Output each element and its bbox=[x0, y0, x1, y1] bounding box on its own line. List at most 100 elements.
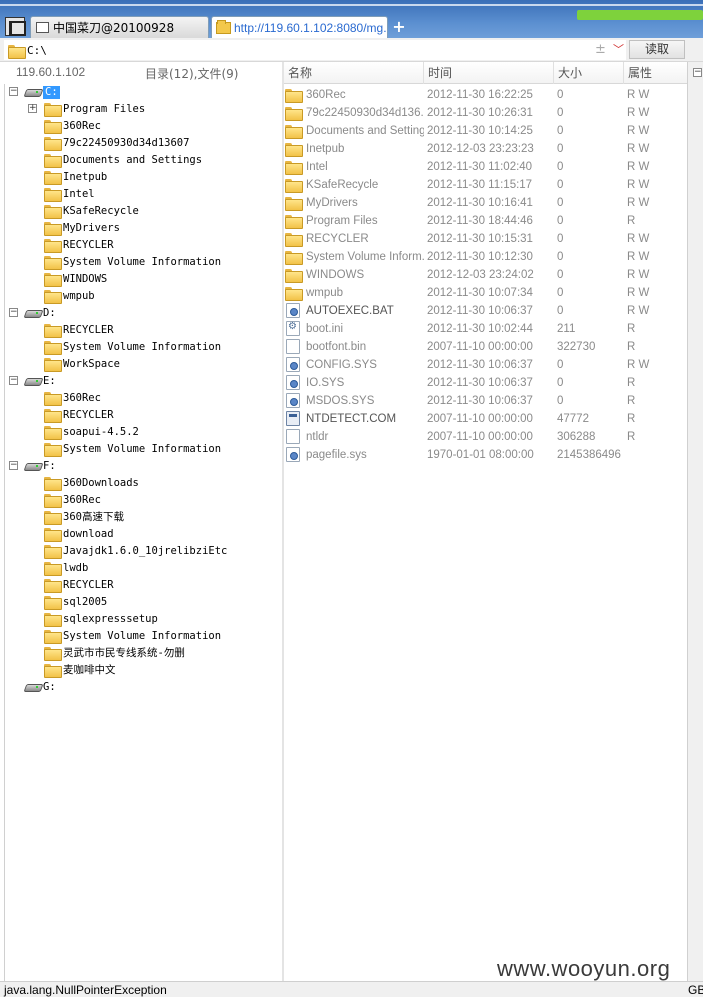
tree-folder[interactable]: System Volume Information bbox=[5, 254, 283, 271]
tree-folder[interactable]: System Volume Information bbox=[5, 339, 283, 356]
file-size: 0 bbox=[557, 161, 564, 173]
new-tab-button[interactable]: + bbox=[392, 16, 406, 38]
drive-icon bbox=[25, 308, 41, 318]
file-size: 0 bbox=[557, 305, 564, 317]
tab-home[interactable]: 中国菜刀@20100928 bbox=[30, 16, 209, 38]
file-row[interactable]: KSafeRecycle 2012-11-30 11:15:17 0 R W bbox=[284, 176, 687, 194]
tree-folder[interactable]: sqlexpresssetup bbox=[5, 611, 283, 628]
tree-folder[interactable]: Inetpub bbox=[5, 169, 283, 186]
expand-icon[interactable]: + bbox=[28, 104, 37, 113]
file-time: 2007-11-10 00:00:00 bbox=[427, 413, 533, 425]
folder-icon bbox=[44, 273, 62, 287]
read-button[interactable]: 读取 bbox=[629, 40, 685, 59]
path-input[interactable] bbox=[27, 42, 587, 58]
tree-label: 360Rec bbox=[63, 120, 101, 132]
collapse-icon[interactable]: − bbox=[9, 461, 18, 470]
collapse-icon[interactable]: − bbox=[9, 376, 18, 385]
folder-icon bbox=[285, 251, 303, 265]
expand-icon[interactable]: − bbox=[693, 68, 702, 77]
tab-label: http://119.60.1.102:8080/mg... bbox=[234, 21, 388, 35]
file-attributes: R W bbox=[627, 197, 650, 209]
folder-icon bbox=[44, 426, 62, 440]
file-row[interactable]: Inetpub 2012-12-03 23:23:23 0 R W bbox=[284, 140, 687, 158]
collapse-icon[interactable]: − bbox=[9, 87, 18, 96]
tree-drive[interactable]: − E: bbox=[5, 373, 283, 390]
file-time: 2012-12-03 23:24:02 bbox=[427, 269, 534, 281]
tree-folder[interactable]: soapui-4.5.2 bbox=[5, 424, 283, 441]
folder-icon bbox=[44, 154, 62, 168]
file-row[interactable]: pagefile.sys 1970-01-01 08:00:00 214538649… bbox=[284, 446, 687, 464]
plus-minus-icon[interactable]: ± bbox=[595, 41, 606, 59]
tree-folder[interactable]: KSafeRecycle bbox=[5, 203, 283, 220]
file-row[interactable]: Documents and Settings 2012-11-30 10:14:2… bbox=[284, 122, 687, 140]
tree-folder[interactable]: 79c22450930d34d13607 bbox=[5, 135, 283, 152]
column-header-attr[interactable]: 属性 bbox=[624, 62, 687, 84]
file-row[interactable]: Intel 2012-11-30 11:02:40 0 R W bbox=[284, 158, 687, 176]
file-row[interactable]: 360Rec 2012-11-30 16:22:25 0 R W bbox=[284, 86, 687, 104]
file-row[interactable]: System Volume Inform... 2012-11-30 10:12:… bbox=[284, 248, 687, 266]
file-row[interactable]: IO.SYS 2012-11-30 10:06:37 0 R bbox=[284, 374, 687, 392]
tree-folder[interactable]: 360Rec bbox=[5, 492, 283, 509]
window-icon[interactable] bbox=[5, 17, 26, 36]
tree-folder[interactable]: RECYCLER bbox=[5, 237, 283, 254]
file-row[interactable]: NTDETECT.COM 2007-11-10 00:00:00 47772 R bbox=[284, 410, 687, 428]
chevron-down-icon[interactable]: ﹀ bbox=[613, 41, 624, 59]
tree-label: Documents and Settings bbox=[63, 154, 203, 166]
file-row[interactable]: Program Files 2012-11-30 18:44:46 0 R bbox=[284, 212, 687, 230]
tree-folder[interactable]: lwdb bbox=[5, 560, 283, 577]
tree-folder[interactable]: download bbox=[5, 526, 283, 543]
tree-drive[interactable]: − F: bbox=[5, 458, 283, 475]
tree-folder[interactable]: 360Rec bbox=[5, 118, 283, 135]
file-row[interactable]: boot.ini 2012-11-30 10:02:44 211 R bbox=[284, 320, 687, 338]
tab-file-manager[interactable]: http://119.60.1.102:8080/mg... bbox=[211, 16, 388, 38]
column-header-name[interactable]: 名称 bbox=[284, 62, 424, 84]
file-time: 2012-11-30 10:06:37 bbox=[427, 305, 533, 317]
tree-drive[interactable]: − C: bbox=[5, 84, 283, 101]
tree-drive[interactable]: G: bbox=[5, 679, 283, 696]
column-header-size[interactable]: 大小 bbox=[554, 62, 624, 84]
folder-icon bbox=[285, 125, 303, 139]
file-name: pagefile.sys bbox=[306, 449, 367, 461]
file-name: MyDrivers bbox=[306, 197, 358, 209]
file-row[interactable]: bootfont.bin 2007-11-10 00:00:00 322730 R bbox=[284, 338, 687, 356]
file-row[interactable]: AUTOEXEC.BAT 2012-11-30 10:06:37 0 R W bbox=[284, 302, 687, 320]
file-row[interactable]: MyDrivers 2012-11-30 10:16:41 0 R W bbox=[284, 194, 687, 212]
file-row[interactable]: 79c22450930d34d136... 2012-11-30 10:26:31… bbox=[284, 104, 687, 122]
tree-folder[interactable]: 灵武市市民专线系统-勿删 bbox=[5, 645, 283, 662]
tree-folder[interactable]: Javajdk1.6.0_10jrelibziEtc bbox=[5, 543, 283, 560]
file-row[interactable]: CONFIG.SYS 2012-11-30 10:06:37 0 R W bbox=[284, 356, 687, 374]
tree-folder[interactable]: sql2005 bbox=[5, 594, 283, 611]
tree-folder[interactable]: RECYCLER bbox=[5, 322, 283, 339]
file-row[interactable]: RECYCLER 2012-11-30 10:15:31 0 R W bbox=[284, 230, 687, 248]
tree-drive[interactable]: − D: bbox=[5, 305, 283, 322]
file-attributes: R bbox=[627, 215, 636, 227]
tree-folder[interactable]: Intel bbox=[5, 186, 283, 203]
file-attributes: R bbox=[627, 341, 636, 353]
tab-bar: 中国菜刀@20100928 http://119.60.1.102:8080/m… bbox=[0, 16, 703, 38]
tree-folder[interactable]: MyDrivers bbox=[5, 220, 283, 237]
file-name: RECYCLER bbox=[306, 233, 369, 245]
file-row[interactable]: ntldr 2007-11-10 00:00:00 306288 R bbox=[284, 428, 687, 446]
tree-folder[interactable]: Documents and Settings bbox=[5, 152, 283, 169]
tree-folder[interactable]: RECYCLER bbox=[5, 407, 283, 424]
tree-folder[interactable]: RECYCLER bbox=[5, 577, 283, 594]
tree-folder[interactable]: 麦咖啡中文 bbox=[5, 662, 283, 679]
file-attributes: R W bbox=[627, 161, 650, 173]
tree-folder[interactable]: System Volume Information bbox=[5, 628, 283, 645]
tree-folder[interactable]: 360Rec bbox=[5, 390, 283, 407]
tree-folder[interactable]: WorkSpace bbox=[5, 356, 283, 373]
status-encoding: GB bbox=[688, 983, 703, 997]
file-row[interactable]: MSDOS.SYS 2012-11-30 10:06:37 0 R bbox=[284, 392, 687, 410]
tree-folder[interactable]: System Volume Information bbox=[5, 441, 283, 458]
column-header-time[interactable]: 时间 bbox=[424, 62, 554, 84]
tree-folder[interactable]: + Program Files bbox=[5, 101, 283, 118]
folder-icon bbox=[285, 197, 303, 211]
tree-folder[interactable]: 360高速下载 bbox=[5, 509, 283, 526]
top-highlight bbox=[0, 4, 703, 6]
tree-folder[interactable]: 360Downloads bbox=[5, 475, 283, 492]
tree-folder[interactable]: WINDOWS bbox=[5, 271, 283, 288]
file-row[interactable]: WINDOWS 2012-12-03 23:24:02 0 R W bbox=[284, 266, 687, 284]
collapse-icon[interactable]: − bbox=[9, 308, 18, 317]
file-row[interactable]: wmpub 2012-11-30 10:07:34 0 R W bbox=[284, 284, 687, 302]
tree-folder[interactable]: wmpub bbox=[5, 288, 283, 305]
